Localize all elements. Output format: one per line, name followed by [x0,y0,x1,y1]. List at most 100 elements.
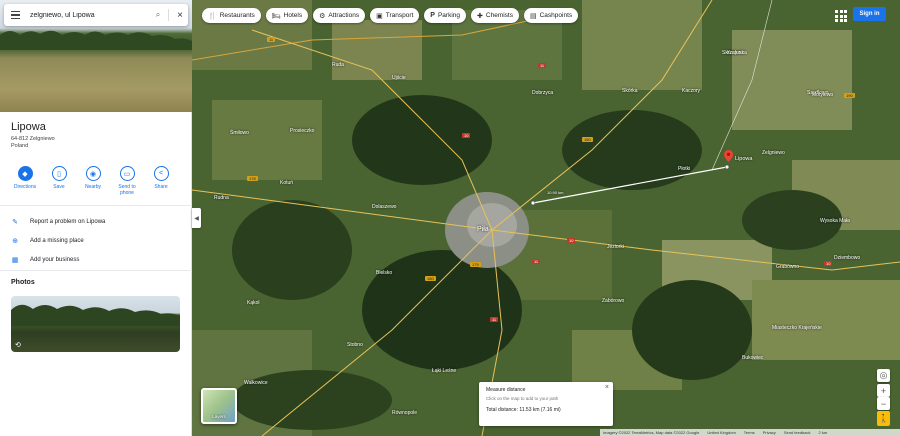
map-label: Bukowiec [742,355,764,361]
share-button[interactable]: < Share [144,166,178,196]
road-number-badge: 10 [462,133,471,138]
place-panel: ⌕ × Lipowa 64-812 Zelgniewo Poland ◆ Dir… [0,0,192,436]
search-input[interactable] [26,11,151,19]
tree-line [0,30,192,50]
map-label: Kotuń [280,180,294,186]
send-to-phone-button[interactable]: ▭ Send to phone [110,166,144,196]
chip-label: Attractions [328,12,360,19]
zoom-in-button[interactable]: + [877,384,890,397]
tree-line [11,304,180,326]
close-icon[interactable]: × [172,10,188,21]
add-place-icon: ⊕ [12,238,18,245]
map-label: Prosieczko [290,128,315,134]
map-label: Zabórowo [602,298,625,304]
attribution: Imagery ©2022 TerraMetrics, Map data ©20… [603,430,700,435]
search-icon[interactable]: ⌕ [151,10,165,20]
share-icon: < [153,166,169,181]
road-number-badge: 178 [247,176,258,181]
close-icon[interactable]: × [605,384,609,391]
divider [0,205,192,206]
nearby-icon: ◉ [85,166,101,181]
chip-hotels[interactable]: 🛏 Hotels [265,8,309,23]
map-label: Jeziorki [607,244,624,250]
map-label: Stobno [347,342,363,348]
send-feedback-link[interactable]: Send feedback [784,430,811,435]
action-label: Send to phone [118,184,135,196]
road-number-badge: 11 [490,317,499,322]
chip-transport[interactable]: ▣ Transport [370,8,420,23]
road-number-badge: 179 [470,262,481,267]
scale-bar[interactable]: 2 km [819,430,828,435]
map-label: Bielsko [376,270,393,276]
chip-chemists[interactable]: ✚ Chemists [471,8,519,23]
pharmacy-icon: ✚ [477,12,483,20]
menu-icon[interactable] [4,11,26,19]
map-label: Motylewo [812,92,834,98]
add-missing-place-link[interactable]: ⊕ Add a missing place [11,237,84,245]
map-label: Piła [477,226,489,233]
nearby-button[interactable]: ◉ Nearby [76,166,110,196]
parking-icon: P [430,12,435,19]
road-number-badge: 11 [267,37,276,42]
satellite-map[interactable]: Piła Dobrzyca Skórka Krajenka Kaczory Ze… [192,0,900,436]
map-label: Dziembowo [834,255,861,261]
sign-in-button[interactable]: Sign in [853,7,886,21]
chip-label: Cashpoints [539,12,573,19]
layers-label: Layers [212,414,226,419]
collapse-panel-button[interactable]: ◀ [192,208,201,228]
map-label: Wysoka Mała [820,218,850,224]
bed-icon: 🛏 [271,12,281,20]
place-address: 64-812 Zelgniewo Poland [11,136,55,150]
place-title: Lipowa [11,121,46,133]
photos-heading: Photos [11,279,35,286]
chip-label: Hotels [283,12,303,19]
action-label-line: phone [120,190,134,196]
my-location-icon[interactable]: ◎ [877,369,890,382]
measure-distance-card: Measure distance Click on the map to add… [479,382,613,426]
chip-cashpoints[interactable]: ▤ Cashpoints [523,8,579,23]
chip-label: Chemists [485,12,513,19]
report-problem-link[interactable]: ✎ Report a problem on Lipowa [11,218,105,226]
road-number-badge: 11 [538,63,547,68]
terms-link[interactable]: Terms [744,430,755,435]
map-footer: Imagery ©2022 TerraMetrics, Map data ©20… [600,429,900,436]
location-pin-icon[interactable] [724,150,733,162]
address-line: 64-812 Zelgniewo [11,136,55,142]
layers-button[interactable]: Layers [201,388,237,424]
map-label: Kaczory [682,88,701,94]
directions-button[interactable]: ◆ Directions [8,166,42,196]
directions-icon: ◆ [17,166,33,181]
region-link[interactable]: United Kingdom [707,430,735,435]
fork-knife-icon: 🍴 [208,12,217,20]
bookmark-icon: ▯ [51,166,67,181]
photo-thumbnail[interactable]: ⟲ [11,296,180,352]
chip-attractions[interactable]: ⚙ Attractions [313,8,366,23]
pin-label: Lipowa [735,156,753,162]
google-apps-icon[interactable] [833,8,847,22]
pegman-icon[interactable]: 🚶 [877,411,890,426]
chip-restaurants[interactable]: 🍴 Restaurants [202,8,261,23]
zoom-out-button[interactable]: − [877,397,890,410]
chip-parking[interactable]: P Parking [424,8,467,23]
distance-marker: 10.90 km [547,190,564,195]
measure-total: Total distance: 11.53 km (7.16 mi) [486,407,561,413]
maps-app: Piła Dobrzyca Skórka Krajenka Kaczory Ze… [0,0,900,436]
privacy-link[interactable]: Privacy [763,430,776,435]
action-label: Save [53,184,65,190]
map-label: Zelgniewo [762,150,785,156]
map-label: Skrzatusz [722,50,744,56]
measure-title: Measure distance [486,387,526,393]
chip-label: Parking [437,12,461,19]
road-number-badge: 180 [582,137,593,142]
map-label: Równopole [392,410,418,416]
map-label: Miasteczko Krajeńskie [772,325,822,331]
address-line: Poland [11,143,29,149]
road-number-badge: 10 [824,261,833,266]
category-chips: 🍴 Restaurants 🛏 Hotels ⚙ Attractions ▣ Trans… [202,8,579,23]
map-label: Skórka [622,88,638,94]
save-button[interactable]: ▯ Save [42,166,76,196]
map-label: Płotki [678,166,691,172]
map-label: Kąkol [247,300,260,306]
add-business-link[interactable]: ▦ Add your business [11,256,80,264]
map-label: Rudna [214,195,229,201]
